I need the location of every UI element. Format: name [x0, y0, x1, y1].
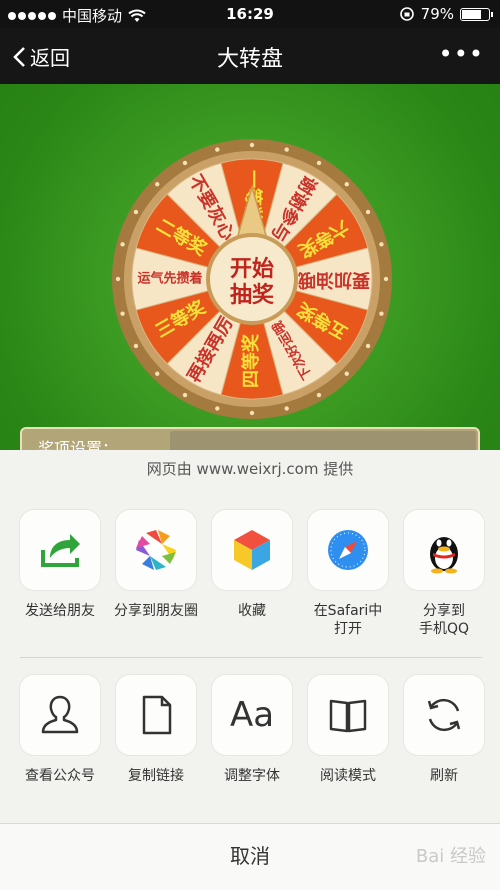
reading-mode-button[interactable]: 阅读模式	[300, 675, 396, 785]
wheel-segment-label: 要加油哦	[298, 269, 370, 291]
battery-icon	[460, 7, 493, 21]
wheel-segment-label: 运气先攒着	[137, 271, 202, 287]
safari-compass-icon	[328, 530, 368, 570]
start-draw-label-line2: 抽奖	[230, 282, 275, 308]
share-qq-label-line2: 手机QQ	[418, 621, 470, 637]
rim-bulb	[249, 410, 255, 416]
document-icon	[142, 695, 172, 735]
sheet-header: 网页由 www.weixrj.com 提供	[146, 460, 354, 478]
rim-bulb	[133, 209, 139, 215]
open-in-safari-label-line1: 在Safari中	[313, 603, 383, 619]
adjust-font-button[interactable]: Aa 调整字体	[204, 675, 300, 785]
view-official-account-label: 查看公众号	[25, 768, 95, 784]
share-qq-button[interactable]: 分享到 手机QQ	[396, 510, 492, 638]
rim-bulb	[365, 209, 371, 215]
send-to-friend-button[interactable]: 发送给朋友	[12, 510, 108, 620]
battery-percent: 79%	[420, 5, 454, 23]
rim-bulb	[316, 392, 322, 398]
rim-bulb	[383, 276, 389, 282]
reading-mode-label: 阅读模式	[320, 768, 376, 784]
book-icon	[329, 699, 367, 733]
rim-bulb	[155, 182, 160, 187]
status-bar: 中国移动 16:29 79%	[0, 0, 500, 28]
wheel-segment-label: 四等奖	[240, 333, 262, 388]
view-official-account-button[interactable]: 查看公众号	[12, 675, 108, 785]
share-moments-label: 分享到朋友圈	[114, 603, 198, 619]
rim-bulb	[365, 343, 371, 349]
rim-bulb	[344, 371, 349, 376]
rim-bulb	[379, 311, 384, 316]
rim-bulb	[379, 242, 384, 247]
send-to-friend-icon	[41, 534, 80, 567]
prize-wheel[interactable]: 一等奖谢谢参与六等奖要加油哦五等奖下次好运哦四等奖再接再厉三等奖运气先攒着二等奖…	[112, 139, 392, 419]
share-moments-button[interactable]: 分享到朋友圈	[108, 510, 204, 620]
qq-penguin-icon	[430, 537, 458, 574]
open-in-safari-label-line2: 打开	[334, 621, 362, 637]
rim-bulb	[115, 276, 121, 282]
watermark: Bai 经验	[415, 846, 486, 867]
copy-link-label: 复制链接	[128, 768, 184, 784]
rim-bulb	[284, 406, 289, 411]
rim-bulb	[155, 371, 160, 376]
send-to-friend-label: 发送给朋友	[25, 603, 95, 619]
rim-bulb	[344, 182, 349, 187]
rim-bulb	[284, 147, 289, 152]
open-in-safari-label: 在Safari中 打开	[300, 602, 396, 638]
favorites-cube-icon	[234, 530, 270, 570]
rim-bulb	[182, 392, 188, 398]
open-in-safari-button[interactable]: 在Safari中 打开	[300, 510, 396, 638]
rim-bulb	[120, 242, 125, 247]
battery-info: 79%	[399, 5, 493, 23]
adjust-font-label: 调整字体	[224, 768, 280, 784]
refresh-icon	[427, 698, 461, 732]
orientation-lock-icon	[399, 7, 414, 21]
page-content: 一等奖谢谢参与六等奖要加油哦五等奖下次好运哦四等奖再接再厉三等奖运气先攒着二等奖…	[0, 84, 500, 454]
rim-bulb	[133, 343, 139, 349]
rim-bulb	[182, 160, 188, 166]
rim-bulb	[249, 142, 255, 148]
page-title: 大转盘	[216, 47, 283, 72]
rim-bulb	[120, 311, 125, 316]
moments-icon	[136, 530, 176, 570]
nav-bar: 返回 大转盘 •••	[0, 28, 500, 84]
rim-bulb	[215, 406, 220, 411]
refresh-button[interactable]: 刷新	[396, 675, 492, 785]
more-button[interactable]: •••	[439, 40, 484, 68]
wheel-graphic: 一等奖谢谢参与六等奖要加油哦五等奖下次好运哦四等奖再接再厉三等奖运气先攒着二等奖…	[112, 139, 392, 419]
sheet-divider	[20, 657, 482, 658]
refresh-label: 刷新	[430, 768, 458, 784]
rim-bulb	[215, 147, 220, 152]
share-qq-label: 分享到 手机QQ	[396, 602, 492, 638]
favorites-label: 收藏	[238, 603, 266, 619]
copy-link-button[interactable]: 复制链接	[108, 675, 204, 785]
share-qq-label-line1: 分享到	[423, 603, 465, 619]
favorites-button[interactable]: 收藏	[204, 510, 300, 620]
profile-icon	[41, 695, 79, 734]
font-icon: Aa	[229, 695, 275, 735]
share-sheet: 网页由 www.weixrj.com 提供 发送给朋友 分享到朋友圈 收藏 在S…	[0, 450, 500, 890]
rim-bulb	[316, 160, 322, 166]
start-draw-label-line1: 开始	[230, 256, 274, 282]
